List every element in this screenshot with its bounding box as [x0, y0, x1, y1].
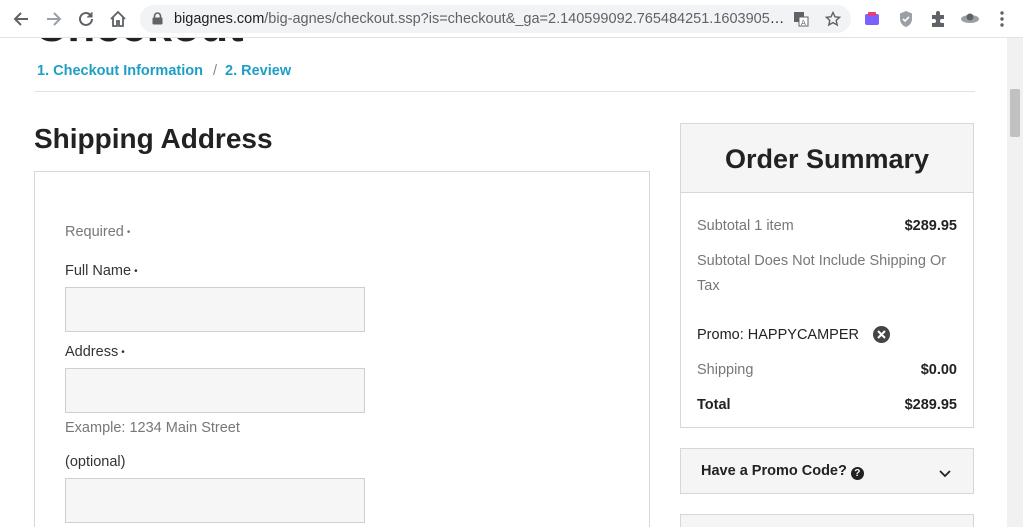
- subtotal-label: Subtotal 1 item: [697, 218, 794, 234]
- required-note: Required •: [65, 224, 130, 240]
- address-bar[interactable]: bigagnes.com/big-agnes/checkout.ssp?is=c…: [140, 5, 851, 33]
- back-icon[interactable]: [10, 8, 32, 30]
- full-name-label: Full Name •: [65, 263, 138, 279]
- remove-promo-button[interactable]: [873, 326, 890, 343]
- address-hint: Example: 1234 Main Street: [65, 420, 240, 436]
- help-icon[interactable]: ?: [850, 467, 864, 480]
- required-marker: •: [134, 265, 138, 277]
- subtotal-note: Subtotal Does Not Include Shipping Or Ta…: [697, 253, 947, 294]
- extension-icon[interactable]: [862, 9, 882, 29]
- address2-input[interactable]: [65, 478, 365, 523]
- promo-code-label: Have a Promo Code??: [701, 463, 864, 480]
- breadcrumb-step-review[interactable]: 2. Review: [225, 63, 291, 79]
- page-heading-area: Checkout: [34, 38, 434, 46]
- home-icon[interactable]: [107, 8, 129, 30]
- url-text[interactable]: bigagnes.com/big-agnes/checkout.ssp?is=c…: [174, 11, 786, 27]
- promo-code-toggle[interactable]: Have a Promo Code??: [680, 448, 974, 494]
- divider: [34, 91, 975, 92]
- shipping-value: $0.00: [920, 362, 957, 378]
- total-value: $289.95: [904, 397, 957, 413]
- bookmark-star-icon[interactable]: [824, 10, 842, 28]
- close-icon: [877, 330, 886, 339]
- full-name-input[interactable]: [65, 287, 365, 332]
- lock-icon: [152, 12, 163, 30]
- shipping-label: Shipping: [697, 362, 754, 378]
- shipping-address-title: Shipping Address: [34, 123, 273, 154]
- address-input[interactable]: [65, 368, 365, 413]
- translate-icon[interactable]: A: [792, 10, 810, 28]
- url-host: bigagnes.com: [174, 11, 265, 27]
- menu-dots-icon[interactable]: [992, 9, 1012, 29]
- full-name-label-text: Full Name: [65, 263, 132, 279]
- promo-code-label-text: Have a Promo Code?: [701, 463, 847, 479]
- required-marker: •: [121, 346, 125, 358]
- breadcrumb-separator: /: [212, 63, 217, 79]
- forward-icon[interactable]: [43, 8, 65, 30]
- address-label-text: Address: [65, 344, 119, 360]
- applied-promo: Promo: HAPPYCAMPER: [697, 327, 859, 343]
- subtotal-value: $289.95: [904, 218, 957, 234]
- page-title: Checkout: [34, 38, 244, 46]
- promo-label: Promo:: [697, 327, 744, 343]
- scrollbar-thumb[interactable]: [1010, 89, 1020, 137]
- svg-text:A: A: [801, 19, 806, 27]
- address2-label: (optional): [65, 454, 126, 470]
- total-label: Total: [697, 397, 731, 413]
- next-panel: [680, 514, 974, 527]
- chevron-down-icon: [939, 465, 951, 483]
- shield-icon[interactable]: [896, 9, 916, 29]
- profile-icon[interactable]: [960, 9, 980, 29]
- browser-toolbar: bigagnes.com/big-agnes/checkout.ssp?is=c…: [0, 0, 1023, 38]
- promo-code: HAPPYCAMPER: [747, 327, 859, 343]
- reload-icon[interactable]: [75, 8, 97, 30]
- page-scrollbar[interactable]: [1007, 38, 1023, 527]
- required-note-text: Required: [65, 224, 124, 240]
- order-summary-title: Order Summary: [724, 144, 930, 174]
- shipping-form: Required • Full Name • Address • Example: 1…: [34, 171, 650, 527]
- breadcrumb-step-checkout-info[interactable]: 1. Checkout Information: [37, 63, 203, 79]
- url-path: /big-agnes/checkout.ssp?is=checkout&_ga=…: [264, 11, 786, 27]
- puzzle-icon[interactable]: [928, 9, 948, 29]
- order-summary: Order Summary Subtotal 1 item $289.95 Su…: [680, 123, 974, 428]
- address-label: Address •: [65, 344, 125, 360]
- order-summary-header: Order Summary: [681, 124, 973, 193]
- required-marker: •: [126, 226, 131, 238]
- breadcrumb: 1. Checkout Information / 2. Review: [37, 63, 291, 79]
